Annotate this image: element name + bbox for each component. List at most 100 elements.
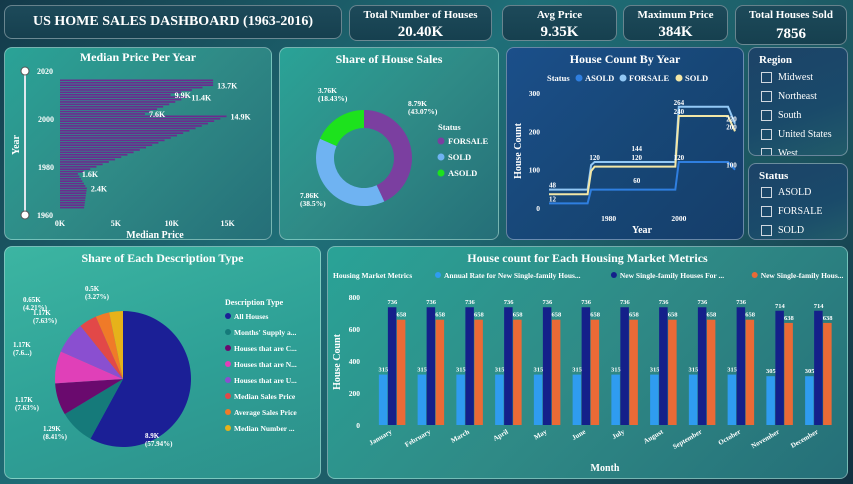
kpi-value: 7856 [776, 26, 806, 42]
legend-title: Description Type [225, 298, 284, 307]
checkbox[interactable] [761, 187, 772, 198]
bar [736, 307, 746, 425]
bar [659, 307, 668, 425]
status-option-forsale[interactable]: FORSALE [761, 206, 822, 217]
legend-title: Status [547, 73, 570, 83]
legend-label: Months' Supply a... [234, 328, 296, 337]
legend-label: Median Number ... [234, 424, 295, 433]
series-line-sold [549, 115, 736, 196]
data-label: 638 [784, 315, 795, 322]
bar [551, 319, 561, 425]
kpi-value: 384K [658, 24, 693, 40]
legend-label: ASOLD [448, 168, 477, 178]
data-label: 305 [766, 368, 777, 375]
data-label: 120 [674, 154, 685, 162]
bar [396, 319, 406, 425]
data-label: 200 [726, 123, 737, 131]
bar [60, 165, 97, 168]
house-count-card: House Count By Year Status ASOLD FORSALE SO… [506, 47, 744, 240]
legend-label: Average Sales Price [234, 408, 297, 417]
bar [60, 113, 145, 115]
bar [60, 177, 81, 180]
legend-marker [675, 74, 683, 82]
checkbox[interactable] [761, 72, 772, 83]
checkbox[interactable] [761, 225, 772, 236]
legend-title: Status [438, 122, 461, 132]
checkbox[interactable] [761, 129, 772, 140]
y-tick-label: 800 [349, 293, 361, 302]
region-option-midwest[interactable]: Midwest [761, 72, 813, 83]
x-tick-label: 2000 [671, 214, 686, 223]
data-label: 658 [590, 312, 601, 319]
description-share-chart: 8.9K(57.94%)1.29K(8.41%)1.17K(7.63%)1.17… [13, 285, 297, 448]
data-label: 736 [426, 299, 437, 306]
legend-label: All Houses [234, 312, 268, 321]
data-label: 658 [668, 312, 679, 319]
legend-marker [225, 329, 231, 335]
bar [60, 91, 182, 94]
legend-label: ASOLD [585, 73, 614, 83]
x-tick-label: 1980 [601, 214, 616, 223]
legend-marker [435, 272, 441, 278]
region-option-west[interactable]: West [761, 148, 798, 155]
x-axis-label: Median Price [126, 230, 184, 241]
bar [572, 374, 582, 425]
status-option-sold[interactable]: SOLD [761, 225, 804, 236]
checkbox[interactable] [761, 91, 772, 102]
bar [60, 170, 85, 173]
legend-title: Housing Market Metrics [333, 271, 412, 280]
x-tick-label: February [404, 428, 433, 449]
bar [60, 96, 188, 98]
option-label: United States [778, 129, 832, 140]
data-label: 658 [474, 312, 485, 319]
data-label: 638 [823, 315, 834, 322]
bar [697, 307, 707, 425]
data-label: 120 [589, 154, 600, 162]
status-option-asold[interactable]: ASOLD [761, 187, 811, 198]
x-tick-label: 0K [55, 219, 66, 228]
checkbox[interactable] [761, 206, 772, 217]
slider-label: 1960 [37, 211, 53, 220]
region-option-united-states[interactable]: United States [761, 129, 832, 140]
data-label: 658 [513, 312, 524, 319]
y-tick-label: 0 [356, 421, 360, 430]
data-label: (3.27%) [85, 293, 110, 301]
legend-marker [437, 153, 445, 161]
x-tick-label: 15K [221, 219, 236, 228]
checkbox[interactable] [761, 148, 772, 155]
legend-label: New Single-family Houses For ... [620, 271, 724, 280]
region-option-south[interactable]: South [761, 110, 801, 121]
house-count-chart: Status ASOLD FORSALE SOLD 0 100 200 300 1980 2000… [513, 73, 737, 236]
data-label: 315 [727, 367, 738, 374]
bar [629, 319, 638, 425]
bar [60, 158, 116, 161]
data-label: 9.9K [175, 91, 192, 100]
legend-marker [225, 393, 231, 399]
region-slicer: Region Midwest Northeast South United St… [748, 47, 848, 156]
data-label: 736 [620, 299, 631, 306]
legend-marker [225, 313, 231, 319]
region-option-northeast[interactable]: Northeast [761, 91, 817, 102]
bar [456, 374, 465, 425]
bar [435, 319, 445, 425]
data-label: 714 [775, 303, 786, 310]
data-label: 315 [534, 367, 545, 374]
slice-sold [316, 138, 385, 206]
bar [60, 144, 153, 146]
checkbox[interactable] [761, 110, 772, 121]
bar [60, 110, 152, 113]
bar [60, 89, 192, 91]
x-tick-label: August [642, 427, 665, 445]
data-label: (18.43%) [318, 94, 348, 103]
data-label: (4.21%) [23, 304, 48, 312]
bar [60, 163, 103, 166]
data-label: 658 [397, 312, 408, 319]
bar [60, 192, 87, 194]
y-axis-label: Year [11, 134, 22, 155]
data-label: (43.07%) [408, 107, 438, 116]
bar [60, 173, 78, 175]
legend-label: FORSALE [629, 73, 669, 83]
slider-label: 2020 [37, 67, 53, 76]
legend-label: SOLD [685, 73, 708, 83]
bar [533, 374, 543, 425]
